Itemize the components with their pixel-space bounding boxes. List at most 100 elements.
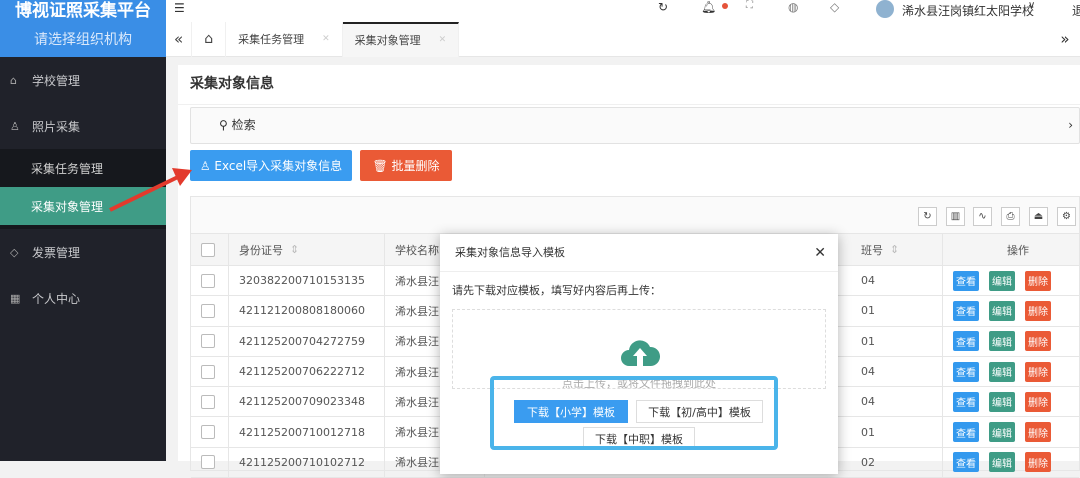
tag-icon[interactable]: ◇ <box>830 0 839 14</box>
table-toolbar: ↻ ▥ ∿ ⎙ ⏏ ⚙ <box>191 197 1079 234</box>
sidebar-item-profile[interactable]: ▦ 个人中心 <box>0 275 166 321</box>
row-select[interactable] <box>191 296 229 326</box>
chart-icon[interactable]: ∿ <box>973 207 992 226</box>
refresh-icon[interactable]: ↻ <box>658 0 668 14</box>
ops-cell: 查看 编辑 删除 <box>943 357 1080 386</box>
row-select[interactable] <box>191 266 229 296</box>
theme-icon[interactable]: ◍ <box>788 0 798 14</box>
search-icon: ⚲ <box>219 118 232 132</box>
gear-icon[interactable]: ⚙ <box>1057 207 1076 226</box>
label: 照片采集 <box>32 119 81 134</box>
chevron-down-icon[interactable]: ∨ <box>1028 0 1035 11</box>
label: 学校名称 <box>395 243 439 257</box>
home-tab-icon[interactable]: ⌂ <box>192 21 227 57</box>
app-title: 博视证照采集平台 <box>15 1 151 21</box>
print-icon[interactable]: ⎙ <box>1001 207 1020 226</box>
avatar[interactable] <box>876 0 894 18</box>
row-select[interactable] <box>191 417 229 447</box>
view-button[interactable]: 查看 <box>953 270 979 291</box>
label: 发票管理 <box>32 245 81 260</box>
delete-button[interactable]: 删除 <box>1025 391 1051 412</box>
view-button[interactable]: 查看 <box>953 361 979 382</box>
label: 批量删除 <box>391 159 440 173</box>
tab-object[interactable]: 采集对象管理 ✕ <box>342 21 460 57</box>
view-button[interactable]: 查看 <box>953 331 979 352</box>
id-cell: 421125200710012718 <box>229 417 385 447</box>
label: 个人中心 <box>32 291 81 306</box>
search-label: 检索 <box>231 118 256 132</box>
view-button[interactable]: 查看 <box>953 452 979 473</box>
delete-button[interactable]: 删除 <box>1025 300 1051 321</box>
id-cell: 320382200710153135 <box>229 266 385 296</box>
edit-button[interactable]: 编辑 <box>989 270 1015 291</box>
close-icon[interactable]: ✕ <box>439 35 447 45</box>
refresh-icon[interactable]: ↻ <box>918 207 937 226</box>
export-icon[interactable]: ⏏ <box>1029 207 1048 226</box>
modal-instruction: 请先下载对应模板，填写好内容后再上传： <box>452 284 661 297</box>
fullscreen-icon[interactable]: ⛶ <box>746 0 753 11</box>
id-cell: 421125200704272759 <box>229 326 385 356</box>
edit-button[interactable]: 编辑 <box>989 422 1015 443</box>
id-cell: 421125200706222712 <box>229 356 385 387</box>
checkbox[interactable] <box>201 394 215 409</box>
edit-button[interactable]: 编辑 <box>989 361 1015 382</box>
search-panel[interactable]: ⚲ 检索 › <box>190 107 1080 144</box>
delete-button[interactable]: 删除 <box>1025 422 1051 443</box>
label: 操作 <box>1007 243 1029 257</box>
row-select[interactable] <box>191 387 229 417</box>
ops-cell: 查看 编辑 删除 <box>943 296 1080 325</box>
edit-button[interactable]: 编辑 <box>989 300 1015 321</box>
ops-cell: 查看 编辑 删除 <box>943 327 1080 356</box>
row-select[interactable] <box>191 447 229 478</box>
page-title: 采集对象信息 <box>178 65 1080 105</box>
org-selector[interactable]: 请选择组织机构 <box>0 29 166 49</box>
row-select[interactable] <box>191 356 229 387</box>
delete-button[interactable]: 删除 <box>1025 361 1051 382</box>
delete-button[interactable]: 删除 <box>1025 331 1051 352</box>
batch-delete-button[interactable]: 🗑︎ 批量删除 <box>360 150 452 181</box>
logout-link[interactable]: 退 <box>1072 2 1080 19</box>
sidebar-item-school[interactable]: ⌂ 学校管理 <box>0 57 166 103</box>
checkbox[interactable] <box>201 334 215 349</box>
row-select[interactable] <box>191 326 229 356</box>
tabs-scroll-right[interactable]: » <box>1050 30 1080 48</box>
menu-toggle-icon[interactable]: ☰ <box>174 1 185 15</box>
home-icon: ⌂ <box>10 73 17 87</box>
close-icon[interactable]: ✕ <box>814 234 826 272</box>
class-cell: 04 <box>851 356 943 387</box>
delete-button[interactable]: 删除 <box>1025 270 1051 291</box>
logo-area: 博视证照采集平台 请选择组织机构 <box>0 0 166 57</box>
annotation-arrow <box>109 168 192 212</box>
sort-icon[interactable]: ⇕ <box>890 243 899 256</box>
bell-icon[interactable]: 🔔︎ <box>701 0 716 14</box>
checkbox[interactable] <box>201 364 215 379</box>
class-cell: 01 <box>851 417 943 447</box>
view-button[interactable]: 查看 <box>953 300 979 321</box>
tag-icon: ◇ <box>10 245 19 259</box>
edit-button[interactable]: 编辑 <box>989 391 1015 412</box>
label: 班号 <box>861 243 883 257</box>
col-class[interactable]: 班号 ⇕ <box>851 234 943 265</box>
checkbox[interactable] <box>201 303 215 318</box>
checkbox[interactable] <box>201 455 215 470</box>
view-button[interactable]: 查看 <box>953 422 979 443</box>
view-button[interactable]: 查看 <box>953 391 979 412</box>
tab-task[interactable]: 采集任务管理 ✕ <box>226 21 343 57</box>
class-cell: 04 <box>851 387 943 417</box>
delete-button[interactable]: 删除 <box>1025 452 1051 473</box>
class-cell: 01 <box>851 296 943 326</box>
sidebar-item-photo[interactable]: ♙ 照片采集 <box>0 103 166 149</box>
close-icon[interactable]: ✕ <box>322 34 330 44</box>
class-cell: 01 <box>851 326 943 356</box>
edit-button[interactable]: 编辑 <box>989 331 1015 352</box>
user-icon: ♙ <box>10 119 20 133</box>
columns-icon[interactable]: ▥ <box>946 207 965 226</box>
tabs-scroll-left[interactable]: « <box>166 21 193 57</box>
checkbox[interactable] <box>201 273 215 288</box>
label: 学校管理 <box>32 73 81 88</box>
notification-dot <box>722 3 728 9</box>
checkbox[interactable] <box>201 425 215 440</box>
edit-button[interactable]: 编辑 <box>989 452 1015 473</box>
user-name[interactable]: 浠水县汪岗镇红太阳学校 <box>902 2 1034 19</box>
id-cell: 421121200808180060 <box>229 296 385 326</box>
